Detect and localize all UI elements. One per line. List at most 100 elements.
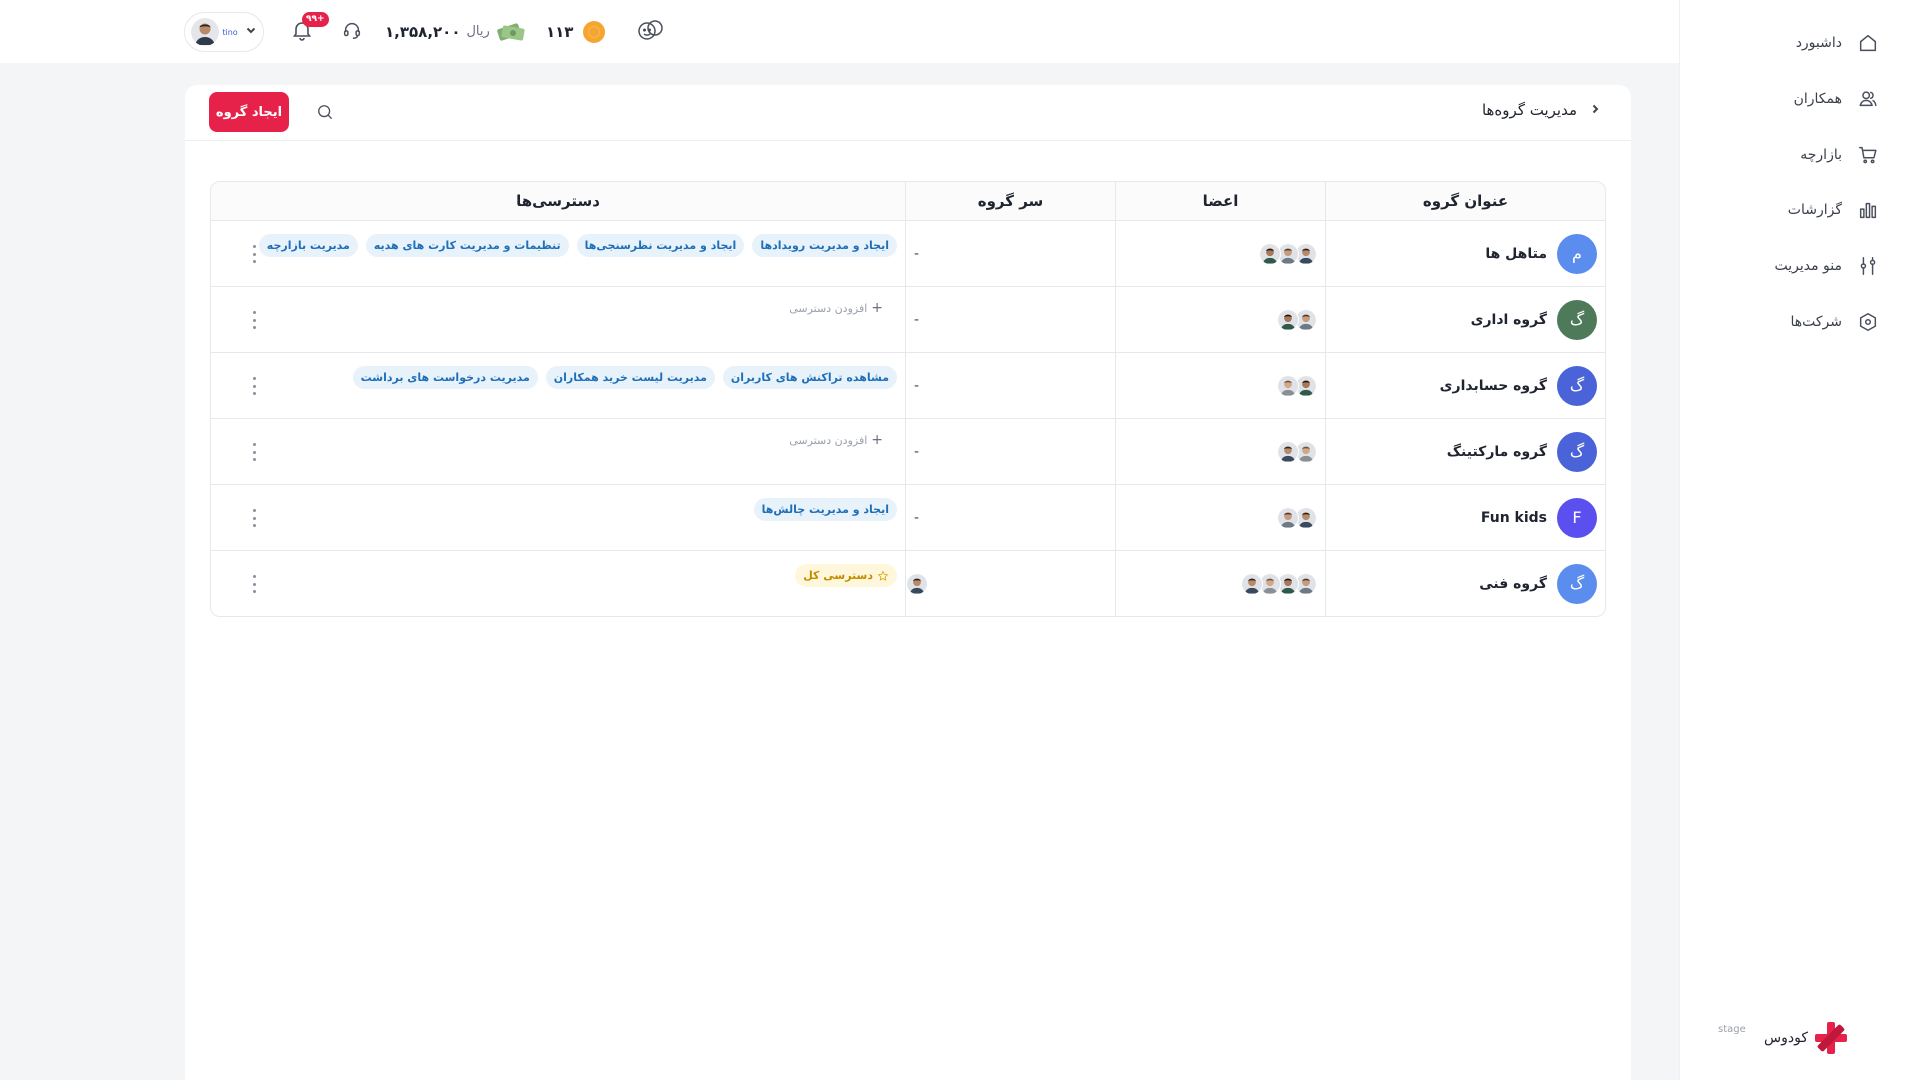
group-title-cell[interactable]: گ گروه حسابداری	[1325, 353, 1605, 418]
member-avatar[interactable]	[1241, 572, 1263, 595]
group-name: متاهل ها	[1485, 245, 1547, 262]
group-title-cell[interactable]: گ گروه فنی	[1325, 551, 1605, 616]
column-header-permissions[interactable]: دسترسی‌ها	[211, 182, 905, 220]
user-menu[interactable]: tino	[184, 12, 264, 52]
sidebar-item-label: داشبورد	[1795, 35, 1842, 51]
column-header-lead[interactable]: سر گروه	[905, 182, 1115, 220]
chevron-down-icon	[245, 24, 257, 40]
column-header-title[interactable]: عنوان گروه	[1325, 182, 1605, 220]
brand-stage: stage	[1718, 1024, 1746, 1035]
back-chevron-icon[interactable]	[1589, 101, 1601, 119]
group-title-cell[interactable]: F Fun kids	[1325, 485, 1605, 550]
lead-avatar[interactable]	[906, 572, 928, 595]
wallet-balance[interactable]: ریال ۱,۳۵۸,۲۰۰	[385, 0, 526, 63]
more-options-icon[interactable]	[249, 443, 259, 461]
permission-chip[interactable]: مدیریت لیست خرید همکاران	[545, 366, 715, 389]
member-avatar[interactable]	[1259, 242, 1281, 265]
user-avatar	[191, 18, 220, 46]
permissions-cell: + افزودن دسترسی	[211, 419, 905, 484]
sliders-icon	[1856, 254, 1880, 278]
sidebar-item-admin-menu[interactable]: منو مدیریت	[1730, 248, 1880, 284]
lead-cell: -	[905, 353, 1115, 418]
permissions-cell: مشاهده تراکنش های کاربران مدیریت لیست خری…	[211, 353, 905, 418]
group-name: گروه مارکتینگ	[1446, 443, 1547, 460]
member-avatar[interactable]	[1277, 374, 1299, 397]
group-title-cell[interactable]: گ گروه مارکتینگ	[1325, 419, 1605, 484]
wallet-currency: ریال	[466, 24, 490, 39]
search-icon[interactable]	[313, 102, 335, 124]
permission-chip[interactable]: مشاهده تراکنش های کاربران	[722, 366, 897, 389]
permission-chip[interactable]: ایجاد و مدیریت چالش‌ها	[753, 498, 897, 521]
group-avatar: گ	[1557, 563, 1597, 604]
permission-chip[interactable]: مدیریت بازارچه	[258, 234, 358, 257]
permissions-cell: + افزودن دسترسی	[211, 287, 905, 352]
groups-card: مدیریت گروه‌ها ایجاد گروه عنوان گروه اعض…	[185, 85, 1631, 1080]
group-name: گروه اداری	[1470, 311, 1547, 328]
page-title: مدیریت گروه‌ها	[1481, 101, 1577, 119]
table-row[interactable]: گ گروه حسابداری - مشاهده تراکنش های کاربران…	[211, 352, 1605, 418]
permission-chip[interactable]: مدیریت درخواست های برداشت	[352, 366, 538, 389]
lead-empty: -	[914, 245, 920, 262]
sidebar-item-reports[interactable]: گزارشات	[1730, 192, 1880, 228]
group-avatar: گ	[1557, 365, 1597, 406]
card-header: مدیریت گروه‌ها ایجاد گروه	[185, 85, 1631, 141]
sidebar-item-market[interactable]: بازارچه	[1730, 137, 1880, 173]
group-title-cell[interactable]: م متاهل ها	[1325, 221, 1605, 286]
lead-empty: -	[914, 443, 920, 460]
full-access-chip[interactable]: دسترسی کل	[795, 564, 897, 587]
more-options-icon[interactable]	[249, 575, 259, 593]
brand-logo	[1815, 1022, 1847, 1054]
group-avatar: F	[1557, 497, 1597, 538]
members-cell	[1115, 353, 1325, 418]
permissions-cell: ایجاد و مدیریت چالش‌ها	[211, 485, 905, 550]
member-avatar[interactable]	[1277, 506, 1299, 529]
table-row[interactable]: گ گروه فنی دسترسی کل	[211, 550, 1605, 616]
table-row[interactable]: گ گروه مارکتینگ - + افزودن دسترسی	[211, 418, 1605, 484]
cart-icon	[1856, 143, 1880, 167]
more-options-icon[interactable]	[249, 245, 259, 263]
money-icon	[497, 22, 525, 41]
permission-chip[interactable]: ایجاد و مدیریت رویدادها	[752, 234, 897, 257]
lead-cell: -	[905, 221, 1115, 286]
member-avatar[interactable]	[1277, 440, 1299, 463]
members-cell	[1115, 287, 1325, 352]
permission-chip[interactable]: تنظیمات و مدیریت کارت های هدیه	[365, 234, 569, 257]
chart-icon	[1856, 198, 1880, 222]
add-permission-link[interactable]: + افزودن دسترسی	[789, 432, 883, 448]
more-options-icon[interactable]	[249, 311, 259, 329]
more-options-icon[interactable]	[249, 509, 259, 527]
create-group-button[interactable]: ایجاد گروه	[209, 92, 289, 132]
lead-empty: -	[914, 311, 920, 328]
mood-button[interactable]	[634, 0, 666, 63]
user-handle: tino	[222, 27, 238, 37]
column-header-members[interactable]: اعضا	[1115, 182, 1325, 220]
add-permission-link[interactable]: + افزودن دسترسی	[789, 300, 883, 316]
sidebar-item-dashboard[interactable]: داشبورد	[1730, 25, 1880, 61]
support-button[interactable]	[335, 0, 363, 63]
headset-icon	[341, 19, 363, 45]
notifications-button[interactable]	[284, 0, 314, 63]
coin-balance[interactable]: ۱۱۳	[546, 0, 606, 63]
lead-empty: -	[914, 377, 920, 394]
members-cell	[1115, 221, 1325, 286]
member-avatar[interactable]	[1277, 308, 1299, 331]
breadcrumb: مدیریت گروه‌ها	[1482, 101, 1601, 119]
sidebar-item-label: بازارچه	[1800, 147, 1842, 163]
permission-chip[interactable]: ایجاد و مدیریت نظرسنجی‌ها	[576, 234, 745, 257]
plus-icon: +	[871, 300, 883, 316]
hexagon-icon	[1856, 310, 1880, 334]
full-access-label: دسترسی کل	[803, 569, 873, 582]
group-title-cell[interactable]: گ گروه اداری	[1325, 287, 1605, 352]
home-icon	[1856, 31, 1880, 55]
sidebar-item-label: منو مدیریت	[1774, 258, 1842, 274]
members-cell	[1115, 485, 1325, 550]
table-row[interactable]: گ گروه اداری - + افزودن دسترسی	[211, 286, 1605, 352]
sidebar-item-companies[interactable]: شرکت‌ها	[1730, 304, 1880, 340]
table-row[interactable]: F Fun kids - ایجاد و مدیریت چالش‌ها	[211, 484, 1605, 550]
more-options-icon[interactable]	[249, 377, 259, 395]
table-row[interactable]: م متاهل ها - ایجاد و مدیریت رویدادها ایجاد و…	[211, 220, 1605, 286]
sidebar-item-label: شرکت‌ها	[1790, 314, 1842, 330]
notifications-badge: +۹۹	[302, 12, 329, 27]
sidebar-item-colleagues[interactable]: همکاران	[1730, 81, 1880, 117]
users-icon	[1856, 87, 1880, 111]
